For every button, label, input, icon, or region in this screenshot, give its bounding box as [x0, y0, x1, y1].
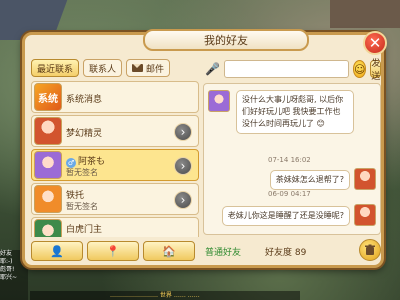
avatar [34, 219, 62, 237]
friend-item-selected[interactable]: ♂ 阿茶も 暂无签名 › [31, 149, 199, 181]
friend-name: 白虎门主 [66, 225, 103, 235]
tab-label: 邮件 [146, 64, 165, 75]
message-timestamp: 06-09 04:17 [268, 190, 311, 198]
chat-history[interactable]: 没什么大事儿呀彪哥, 以后你们好好玩儿吧 我快要工作也没什么时间再玩儿了 😊 0… [203, 83, 381, 235]
trash-icon [365, 244, 375, 255]
contact-tabs: 最近联系 联系人 邮件 [31, 59, 171, 77]
chevron-right-icon[interactable]: › [174, 123, 192, 141]
avatar [354, 204, 376, 226]
message-input-row: 🎤 ☺ 发送 [205, 59, 382, 82]
mail-icon [132, 64, 144, 72]
microphone-icon[interactable]: 🎤 [205, 60, 220, 78]
close-button[interactable]: ✕ [363, 31, 387, 55]
friends-panel: 我的好友 ✕ 最近联系 联系人 邮件 系统 系统消息 梦幻精灵 › ♂ 阿茶も 暂… [22, 29, 387, 268]
avatar [34, 185, 62, 213]
emoji-icon[interactable]: ☺ [352, 60, 367, 78]
friend-name: 系统消息 [66, 95, 103, 105]
world-chat-bar: …………………… 世界 …… …… [30, 291, 300, 300]
tab-label: 联系人 [89, 64, 117, 75]
tab-mail[interactable]: 邮件 [126, 59, 171, 77]
add-friend-button[interactable]: 👤 [31, 241, 83, 261]
avatar: 系统 [34, 83, 62, 111]
avatar [208, 90, 230, 112]
friend-item[interactable]: 铁托 暂无签名 › [31, 183, 199, 215]
close-icon: ✕ [368, 33, 382, 52]
friend-item[interactable]: 梦幻精灵 › [31, 115, 199, 147]
friend-item[interactable]: 白虎门主 [31, 217, 199, 237]
chevron-right-icon[interactable]: › [174, 191, 192, 209]
bg-chat-line: 彪哥! [0, 266, 15, 273]
friend-status-row: 普通好友 好友度 89 [205, 239, 381, 261]
friend-type-label: 普通好友 [205, 247, 242, 258]
tab-label: 最近联系 [37, 64, 74, 75]
friend-signature: 暂无签名 [66, 168, 98, 177]
friend-signature: 暂无签名 [66, 202, 98, 211]
intimacy-label-text: 好友度 [265, 247, 293, 258]
delete-friend-button[interactable] [359, 239, 381, 261]
intimacy-label: 好友度 89 [265, 245, 306, 258]
location-icon: 📍 [106, 244, 120, 258]
home-button[interactable]: 🏠 [143, 241, 195, 261]
friend-name: ♂ 阿茶も [66, 154, 105, 168]
message-input[interactable] [223, 60, 349, 78]
send-button[interactable]: 发送 [370, 59, 382, 82]
panel-title: 我的好友 [143, 29, 309, 51]
avatar [34, 117, 62, 145]
add-friend-icon: 👤 [50, 244, 64, 258]
friend-name: 铁托 [66, 191, 85, 201]
chevron-right-icon[interactable]: › [174, 157, 192, 175]
location-button[interactable]: 📍 [87, 241, 139, 261]
friend-actions-bar: 👤 📍 🏠 [31, 241, 199, 261]
tab-contacts[interactable]: 联系人 [83, 59, 123, 77]
message-bubble: 老妹儿你这是睡醒了还是没睡呢? [221, 206, 350, 226]
avatar [354, 168, 376, 190]
background-building [330, 0, 400, 28]
tab-recent[interactable]: 最近联系 [31, 59, 80, 77]
friend-item-system[interactable]: 系统 系统消息 [31, 81, 199, 113]
message-bubble: 茶妹妹怎么退帮了? [269, 170, 350, 190]
friend-name-text: 阿茶も [78, 157, 106, 167]
message-timestamp: 07-14 16:02 [268, 156, 311, 164]
home-icon: 🏠 [162, 244, 176, 258]
bg-chat-line: 耶兴~ [0, 274, 18, 281]
avatar [34, 151, 62, 179]
message-bubble: 没什么大事儿呀彪哥, 以后你们好好玩儿吧 我快要工作也没什么时间再玩儿了 😊 [236, 90, 354, 134]
intimacy-value: 89 [294, 247, 307, 258]
friend-list[interactable]: 系统 系统消息 梦幻精灵 › ♂ 阿茶も 暂无签名 › 铁托 暂无签名 › 白虎门… [31, 81, 199, 237]
friend-name: 梦幻精灵 [66, 129, 103, 139]
